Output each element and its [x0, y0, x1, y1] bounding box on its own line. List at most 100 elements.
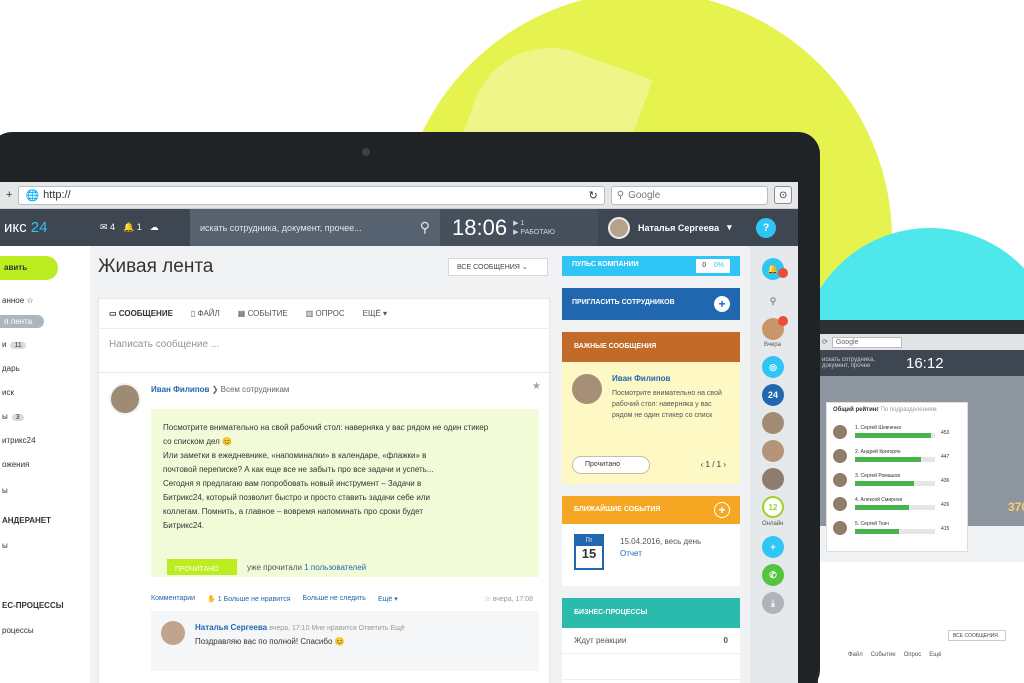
rating-bar [855, 505, 910, 510]
bell-icon[interactable]: 🔔 1 [123, 222, 142, 233]
menu-item[interactable]: анное ☆ [2, 296, 34, 305]
tablet-filter[interactable]: ВСЕ СООБЩЕНИЯ [948, 630, 1006, 641]
header-search-input[interactable]: искать сотрудника, документ, прочее... ⚲ [190, 209, 440, 246]
online-counter[interactable]: 12 [762, 496, 784, 518]
post-line: коллегам. Помнить, а главное – вовремя н… [163, 507, 424, 516]
pulse-value: 0 [702, 262, 707, 269]
read-link[interactable]: 1 пользователей [304, 563, 366, 572]
tab-event-label: СОБЫТИЕ [247, 309, 288, 318]
more-link[interactable]: Ещё ▾ [378, 595, 398, 603]
browser-search-box[interactable]: ⚲ Google [610, 185, 769, 205]
comment-meta: вчера, 17:10 Мне нравится Ответить Ещё [269, 625, 405, 632]
menu-item-label: я лента [4, 317, 33, 326]
bp-row[interactable] [562, 654, 740, 680]
tablet-browser-bar: ⟳ Google [818, 334, 1024, 350]
menu-item-active[interactable]: я лента [0, 315, 44, 328]
menu-item[interactable]: ожения [2, 460, 29, 469]
message-input[interactable]: Написать сообщение ... [99, 328, 549, 360]
menu-item-label: и [2, 340, 7, 349]
rating-row[interactable]: 3. Сергей Ромашов 436 [833, 473, 963, 491]
invite-button[interactable]: ПРИГЛАСИТЬ СОТРУДНИКОВ + [562, 288, 740, 320]
important-pager[interactable]: ‹ 1 / 1 › [701, 460, 726, 469]
rating-row[interactable]: 4. Алексей Смирнов 426 [833, 497, 963, 515]
post-line: Битрикс24. [163, 521, 205, 530]
add-tab-icon[interactable]: + [6, 189, 12, 201]
tab-more[interactable]: ЕЩЁ ▾ [363, 309, 387, 318]
avatar [608, 216, 630, 239]
rating-row[interactable]: 2. Андрей Кригорян 447 [833, 449, 963, 467]
tablet-header-search[interactable]: искать сотрудника, документ, прочее [818, 357, 898, 369]
unfollow-link[interactable]: Больше не следить [303, 595, 366, 603]
menu-item[interactable]: итрикс24 [2, 436, 36, 445]
menu-item[interactable]: ы [2, 541, 8, 550]
avatar[interactable] [762, 412, 784, 434]
bp-row[interactable]: Ждут реакции 0 [562, 628, 740, 654]
tablet-header: искать сотрудника, документ, прочее 16:1… [818, 350, 1024, 376]
logo[interactable]: икс 24 [0, 219, 100, 236]
user-menu[interactable]: Наталья Сергеева ▾ [598, 216, 756, 239]
cloud-icon[interactable]: ☁ [150, 222, 159, 233]
download-icon[interactable]: ⤓ [762, 592, 784, 614]
avatar [833, 473, 847, 487]
browser-menu-button[interactable]: ⊙ [774, 186, 792, 204]
work-status: ▶ 1 ▶ РАБОТАЮ [513, 219, 556, 236]
read-button[interactable]: ПРОЧИТАНО [167, 559, 237, 575]
important-author[interactable]: Иван Филипов [612, 374, 670, 383]
add-button[interactable]: авить [0, 256, 58, 280]
logo-text: икс [4, 219, 27, 236]
tablet-tab-poll[interactable]: Опрос [904, 652, 922, 658]
like-link[interactable]: ✋ 1 Больше не нравится [207, 595, 290, 603]
tab-event[interactable]: ▦ СОБЫТИЕ [238, 309, 288, 318]
avatar[interactable] [109, 383, 141, 415]
tablet-tab-file[interactable]: Файл [848, 652, 863, 658]
rating-row[interactable]: 5. Сергей Ткач 415 [833, 521, 963, 539]
comment-author[interactable]: Наталья Сергеева вчера, 17:10 Мне нравит… [195, 623, 405, 632]
menu-item[interactable]: дарь [2, 364, 20, 373]
badge [778, 316, 788, 326]
time-widget[interactable]: 18:06 ▶ 1 ▶ РАБОТАЮ [440, 209, 598, 246]
rating-bar [855, 433, 931, 438]
tablet-tab-event[interactable]: Событие [871, 652, 896, 658]
company-pulse[interactable]: ПУЛЬС КОМПАНИИ 0 0% [562, 256, 740, 276]
menu-item-label: ожения [2, 460, 30, 469]
menu-item[interactable]: ы3 [2, 412, 24, 421]
menu-item[interactable]: иск [2, 388, 14, 397]
menu-item[interactable]: ЕС-ПРОЦЕССЫ [2, 601, 64, 610]
feed-filter[interactable]: ВСЕ СООБЩЕНИЯ ⌄ [448, 258, 548, 276]
post-author[interactable]: Иван Филипов ❯ Всем сотрудникам [151, 385, 289, 394]
important-messages: ВАЖНЫЕ СООБЩЕНИЯ Иван Филипов Посмотрите… [562, 332, 740, 484]
search-icon[interactable]: ⚲ [762, 290, 784, 312]
tab-file[interactable]: ▯ ФАЙЛ [191, 309, 220, 318]
avatar[interactable] [572, 374, 602, 404]
menu-item-label: ы [2, 486, 8, 495]
rating-subtitle[interactable]: По подразделениям [881, 407, 937, 413]
group-chat-icon[interactable]: ◎ [762, 356, 784, 378]
avatar[interactable] [762, 468, 784, 490]
star-icon[interactable]: ★ [532, 381, 541, 392]
help-button[interactable]: ? [756, 217, 776, 238]
chat-icon[interactable]: ✉ 4 [100, 222, 115, 233]
avatar[interactable] [161, 621, 185, 645]
mark-read-button[interactable]: Прочитано [572, 456, 650, 474]
tablet-google-search[interactable]: Google [831, 336, 902, 348]
address-bar[interactable]: 🌐 http:// ↻ [18, 185, 605, 205]
bitrix-chat-icon[interactable]: 24 [762, 384, 784, 406]
refresh-icon[interactable]: ⟳ [822, 338, 828, 346]
tab-poll[interactable]: ▥ ОПРОС [306, 309, 345, 318]
menu-item[interactable]: и 11 [2, 340, 26, 349]
avatar[interactable] [762, 440, 784, 462]
phone-icon[interactable]: ✆ [762, 564, 784, 586]
menu-item-label: анное [2, 296, 25, 305]
plus-icon[interactable]: + [714, 502, 730, 518]
comments-link[interactable]: Комментарии [151, 595, 195, 603]
menu-item[interactable]: роцессы [2, 626, 34, 635]
menu-item-label: ы [2, 541, 8, 550]
menu-item[interactable]: ы [2, 486, 8, 495]
tab-message[interactable]: ▭ СООБЩЕНИЕ [109, 309, 173, 318]
event-link[interactable]: Отчет [620, 549, 642, 558]
rating-row[interactable]: 1. Сергей Шевченко 453 [833, 425, 963, 443]
menu-item[interactable]: АНДЕРАНЕТ [2, 516, 51, 525]
tablet-tab-more[interactable]: Ещё [929, 652, 941, 658]
reload-icon[interactable]: ↻ [589, 189, 598, 202]
add-icon[interactable]: + [762, 536, 784, 558]
